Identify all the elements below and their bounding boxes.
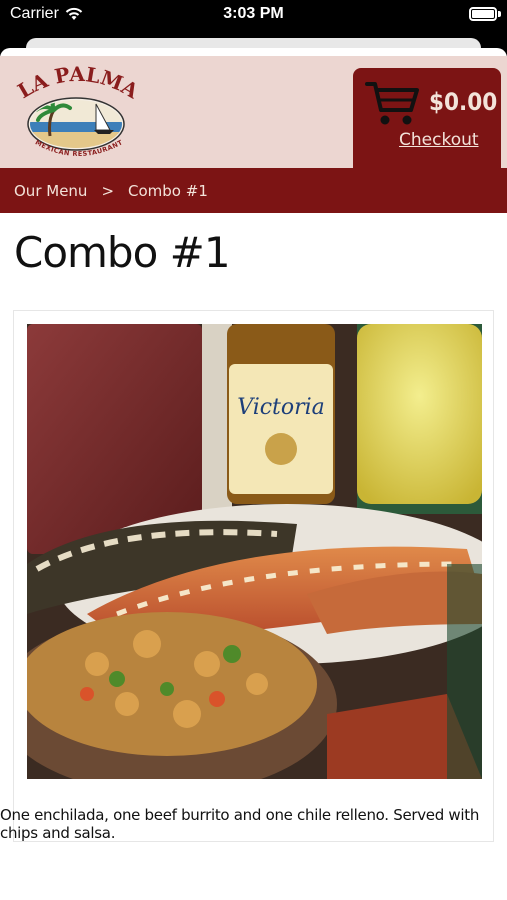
product-image-frame: Victoria bbox=[13, 310, 494, 842]
cart-panel: $0.00 Checkout bbox=[353, 68, 501, 168]
battery-icon bbox=[469, 7, 497, 21]
status-bar: Carrier 3:03 PM bbox=[0, 0, 507, 30]
site-header: LA PALMA MEXICAN RESTAURANT $0.00 Checko… bbox=[0, 56, 507, 168]
checkout-link[interactable]: Checkout bbox=[399, 130, 479, 150]
battery-tip bbox=[498, 11, 501, 17]
product-description: One enchilada, one beef burrito and one … bbox=[0, 806, 480, 842]
clock: 3:03 PM bbox=[223, 5, 284, 22]
cart-total: $0.00 bbox=[429, 88, 498, 116]
breadcrumb-current: Combo #1 bbox=[128, 181, 208, 200]
product-photo: Victoria bbox=[27, 324, 482, 779]
bottle-label: Victoria bbox=[237, 395, 325, 420]
breadcrumb-separator: > bbox=[101, 181, 115, 200]
shopping-cart-icon[interactable] bbox=[365, 80, 421, 128]
la-palma-logo[interactable]: LA PALMA MEXICAN RESTAURANT bbox=[10, 64, 146, 162]
breadcrumb: Our Menu > Combo #1 bbox=[0, 168, 507, 213]
page-title: Combo #1 bbox=[14, 228, 231, 277]
breadcrumb-our-menu[interactable]: Our Menu bbox=[14, 182, 87, 200]
